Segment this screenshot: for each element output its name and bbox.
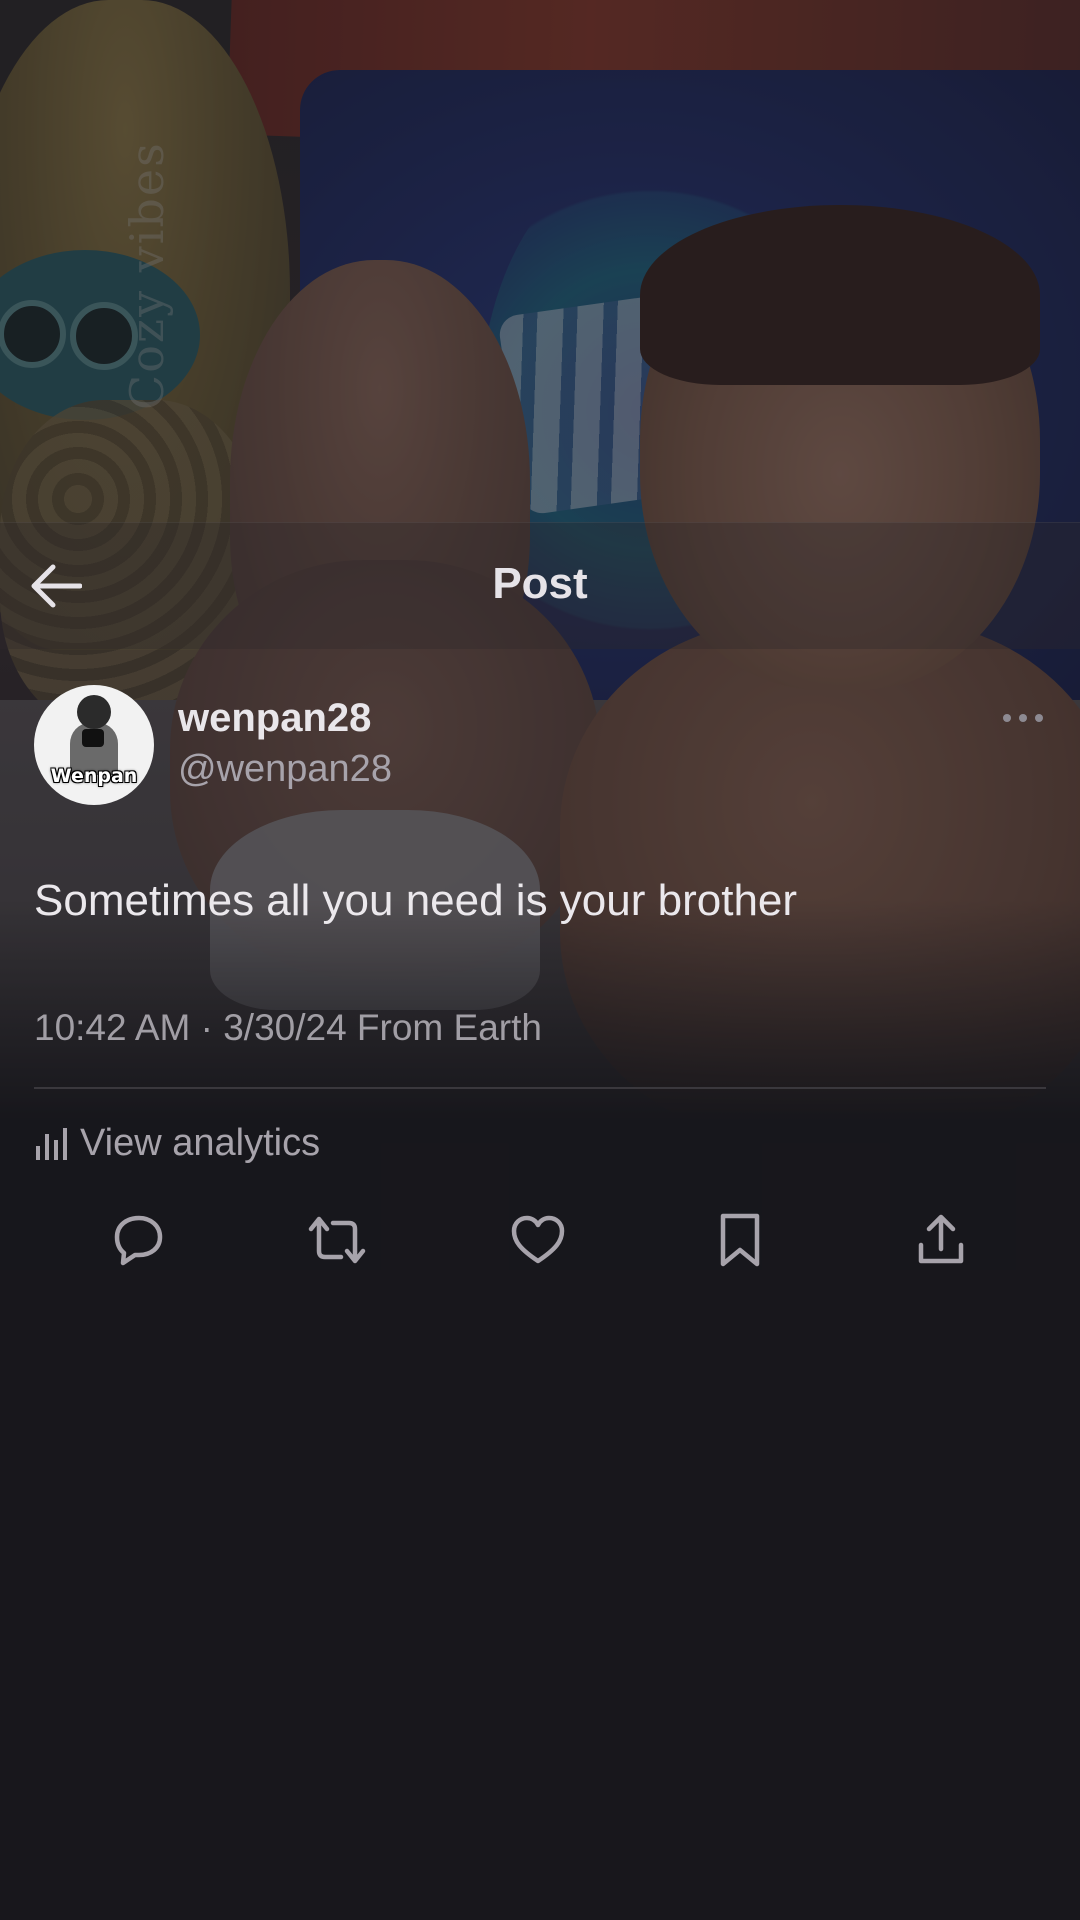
view-analytics-link[interactable]: View analytics bbox=[34, 1118, 320, 1168]
more-dots-icon bbox=[1003, 714, 1043, 722]
bookmark-icon bbox=[720, 1213, 760, 1267]
bookmark-button[interactable] bbox=[710, 1210, 770, 1270]
heart-icon bbox=[511, 1215, 565, 1264]
avatar-label: Wenpan bbox=[50, 765, 138, 787]
author-handle[interactable]: @wenpan28 bbox=[178, 748, 392, 791]
avatar[interactable]: Wenpan bbox=[34, 685, 154, 805]
author-display-name[interactable]: wenpan28 bbox=[178, 696, 371, 741]
dim-overlay bbox=[0, 0, 1080, 1920]
top-bar: Post bbox=[0, 522, 1080, 649]
like-button[interactable] bbox=[508, 1210, 568, 1270]
more-options-button[interactable] bbox=[1000, 706, 1046, 730]
share-button[interactable] bbox=[911, 1210, 971, 1270]
avatar-camera bbox=[82, 729, 104, 747]
share-icon bbox=[918, 1214, 964, 1264]
reply-icon bbox=[114, 1215, 163, 1266]
repost-icon bbox=[308, 1216, 366, 1264]
reply-button[interactable] bbox=[107, 1210, 167, 1270]
divider bbox=[34, 1087, 1046, 1089]
view-analytics-label: View analytics bbox=[80, 1121, 321, 1164]
post-timestamp: 10:42 AM · 3/30/24 From Earth bbox=[34, 1007, 542, 1048]
avatar-figure-head bbox=[77, 695, 111, 729]
post-text: Sometimes all you need is your brother bbox=[34, 876, 798, 925]
repost-button[interactable] bbox=[307, 1210, 367, 1270]
bar-chart-icon bbox=[36, 1128, 67, 1160]
page-title: Post bbox=[492, 559, 588, 608]
